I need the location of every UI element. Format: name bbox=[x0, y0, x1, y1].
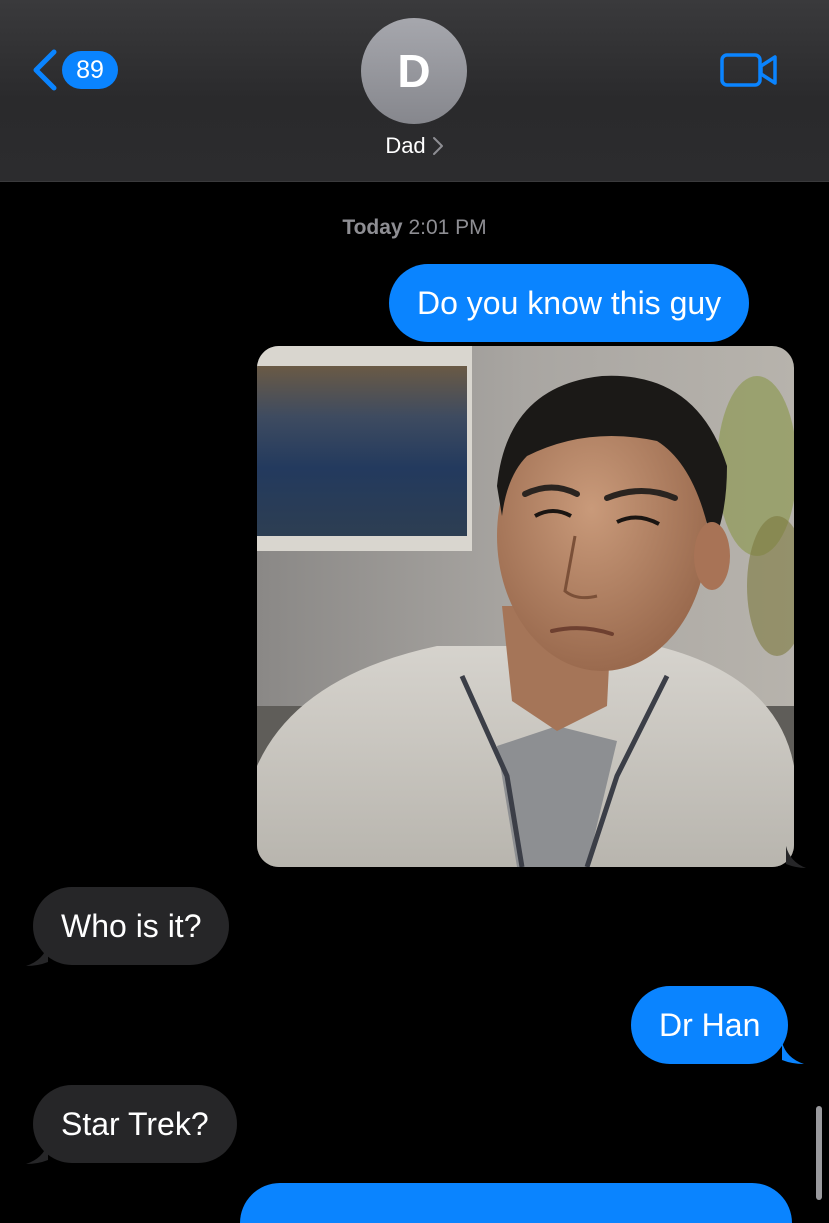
message-bubble-incoming[interactable]: Who is it? bbox=[33, 887, 230, 965]
message-timestamp: Today 2:01 PM bbox=[0, 216, 829, 240]
contact-avatar[interactable]: D bbox=[361, 18, 467, 124]
bubble-tail bbox=[782, 1042, 804, 1064]
back-button[interactable]: 89 bbox=[30, 48, 118, 92]
message-bubble-outgoing[interactable]: Dr Han bbox=[631, 986, 789, 1064]
video-camera-icon[interactable] bbox=[720, 52, 778, 88]
chevron-left-icon bbox=[33, 49, 57, 91]
scroll-indicator[interactable] bbox=[816, 1106, 822, 1200]
message-text: Do you know this guy bbox=[417, 284, 722, 321]
contact-name-button[interactable]: Dad bbox=[0, 133, 829, 159]
contact-name: Dad bbox=[385, 133, 426, 158]
message-text: Dr Han bbox=[659, 1006, 761, 1043]
timestamp-time: 2:01 PM bbox=[408, 216, 487, 239]
unread-count-badge: 89 bbox=[62, 51, 118, 89]
timestamp-day: Today bbox=[342, 216, 403, 239]
message-bubble-incoming[interactable]: Star Trek? bbox=[33, 1085, 237, 1163]
photo-image bbox=[257, 346, 794, 867]
photo-attachment[interactable] bbox=[257, 346, 794, 867]
chevron-right-icon bbox=[432, 137, 443, 155]
message-text: Who is it? bbox=[61, 907, 202, 944]
bubble-tail bbox=[26, 1142, 48, 1164]
message-bubble-outgoing-partial[interactable] bbox=[240, 1183, 792, 1223]
bubble-tail bbox=[786, 846, 806, 868]
bubble-tail bbox=[26, 944, 48, 966]
message-bubble-outgoing[interactable]: Do you know this guy bbox=[389, 264, 750, 342]
conversation-header: 89 D Dad bbox=[0, 0, 829, 182]
message-text: Star Trek? bbox=[61, 1105, 209, 1142]
